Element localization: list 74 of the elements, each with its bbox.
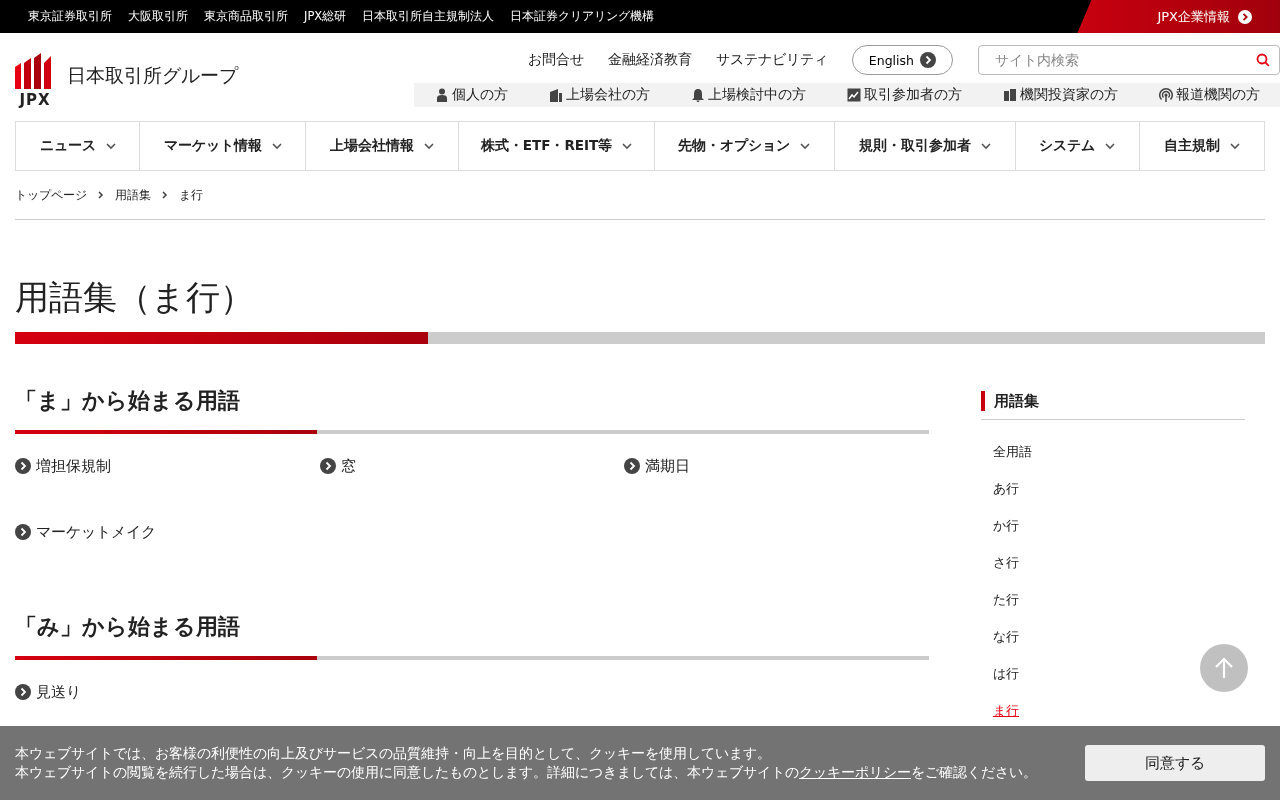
sidebar-link[interactable]: な行: [993, 627, 1019, 647]
sidebar-link[interactable]: さ行: [993, 553, 1019, 573]
audience-link[interactable]: 上場検討中の方: [690, 86, 806, 104]
section-heading: 「み」から始まる用語: [15, 613, 241, 641]
arrow-circle-icon: [624, 458, 641, 474]
sidebar-link[interactable]: あ行: [993, 479, 1019, 499]
agree-button[interactable]: 同意する: [1085, 745, 1265, 781]
page-title: 用語集（ま行）: [15, 276, 255, 319]
section-heading: 「ま」から始まる用語: [15, 387, 241, 415]
chevron-icon: [800, 142, 811, 150]
sidebar-link[interactable]: ま行: [993, 701, 1019, 721]
breadcrumb-link[interactable]: トップページ: [15, 186, 87, 204]
sidebar-link[interactable]: た行: [993, 590, 1019, 610]
logo-mark: JPX: [19, 91, 51, 109]
search-icon[interactable]: [1256, 53, 1270, 67]
sidebar-link[interactable]: 全用語: [993, 442, 1032, 462]
utility-link[interactable]: 金融経済教育: [607, 51, 692, 69]
arrow-circle-icon: [319, 458, 336, 474]
utility-link[interactable]: サステナビリティ: [715, 51, 828, 69]
person-icon: [434, 88, 449, 102]
audience-link[interactable]: 機関投資家の方: [1002, 86, 1118, 104]
chevron-icon: [980, 142, 991, 150]
utility-link[interactable]: お問合せ: [527, 51, 584, 69]
logo-text: 日本取引所グループ: [67, 63, 238, 88]
arrow-circle-icon: [15, 524, 31, 540]
broadcast-icon: [1158, 88, 1173, 102]
cookie-notice: 本ウェブサイトでは、お客様の利便性の向上及びサービスの品質維持・向上を目的として、クッキーを使用しています。 本ウェブサイトの閲覧を続行した場合は、クッキーの使用に同意したものとします。詳細につきましては、本ウェブサイトのクッキーポリシーをご確認ください。: [15, 744, 1038, 782]
sidebar-title: 用語集: [981, 391, 1245, 411]
building-icon: [548, 88, 563, 102]
chevron-icon: [271, 142, 282, 150]
audience-link[interactable]: 報道機関の方: [1158, 86, 1260, 104]
language-button[interactable]: English: [851, 45, 953, 75]
top-link[interactable]: 大阪取引所: [128, 9, 188, 24]
chevron-icon: [1105, 142, 1116, 150]
search-field[interactable]: サイト内検索: [978, 45, 1280, 75]
breadcrumb-link[interactable]: ま行: [179, 186, 203, 204]
term-link[interactable]: 見送り: [15, 680, 81, 704]
audience-link[interactable]: 個人の方: [434, 86, 508, 104]
arrow-circle-icon: [920, 52, 936, 68]
nav-item[interactable]: ニュース: [15, 122, 140, 170]
nav-item[interactable]: 先物・オプション: [653, 122, 834, 170]
chart-icon: [846, 88, 861, 102]
top-link[interactable]: 日本証券クリアリング機構: [510, 9, 655, 24]
nav-item[interactable]: 自主規制: [1138, 122, 1265, 170]
audience-link[interactable]: 取引参加者の方: [846, 86, 962, 104]
sidebar-link[interactable]: か行: [993, 516, 1019, 536]
term-link[interactable]: 増担保規制: [15, 454, 111, 478]
nav-item[interactable]: システム: [1014, 122, 1139, 170]
nav-item[interactable]: マーケット情報: [139, 122, 306, 170]
term-link[interactable]: 満期日: [624, 454, 691, 478]
arrow-circle-icon: [15, 458, 31, 474]
top-link[interactable]: 東京証券取引所: [28, 9, 112, 24]
chevron-icon: [105, 142, 116, 150]
devices-icon: [1002, 88, 1017, 102]
arrow-circle-icon: [15, 684, 31, 700]
sidebar-link[interactable]: は行: [993, 664, 1019, 684]
nav-item[interactable]: 規則・取引参加者: [833, 122, 1015, 170]
arrow-circle-icon: [1238, 9, 1252, 24]
chevron-icon: [424, 142, 435, 150]
term-link[interactable]: 窓: [319, 454, 356, 478]
chevron-icon: [1229, 142, 1240, 150]
bell-icon: [690, 88, 705, 102]
top-link[interactable]: JPX総研: [304, 9, 347, 24]
breadcrumb-link[interactable]: 用語集: [115, 186, 151, 204]
audience-link[interactable]: 上場会社の方: [548, 86, 650, 104]
chevron-icon: [622, 142, 633, 150]
term-link[interactable]: マーケットメイク: [15, 520, 156, 544]
top-link[interactable]: 東京商品取引所: [204, 9, 288, 24]
arrow-up-icon: [1214, 657, 1234, 679]
nav-item[interactable]: 株式・ETF・REIT等: [458, 122, 654, 170]
corporate-link[interactable]: JPX企業情報: [1077, 0, 1280, 33]
top-link[interactable]: 日本取引所自主規制法人: [362, 9, 495, 24]
cookie-policy-link[interactable]: クッキーポリシー: [799, 764, 911, 780]
nav-item[interactable]: 上場会社情報: [305, 122, 459, 170]
